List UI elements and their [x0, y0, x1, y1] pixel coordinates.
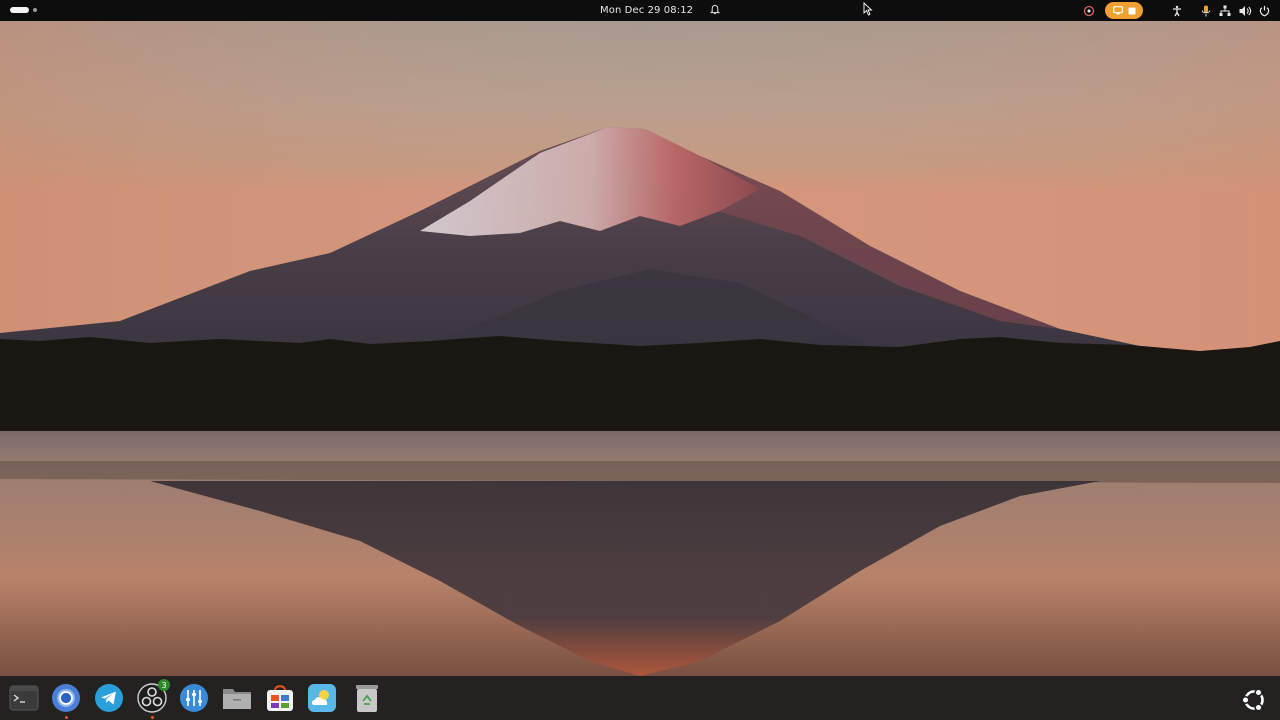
top-bar: Mon Dec 29 08:12 [0, 0, 1280, 21]
dock-item-obs-studio[interactable]: 3 [136, 679, 170, 719]
workspace-dot[interactable] [33, 8, 37, 12]
power-icon[interactable] [1259, 5, 1270, 17]
dock-item-equalizer[interactable] [178, 682, 210, 714]
software-store-icon [267, 685, 293, 711]
running-indicator [64, 716, 68, 719]
desktop-wallpaper [0, 21, 1280, 676]
running-indicator [150, 716, 154, 719]
screen-share-icon [1112, 6, 1123, 15]
bell-icon [710, 4, 721, 15]
network-icon[interactable] [1219, 5, 1231, 17]
equalizer-settings-icon [180, 684, 208, 712]
dock: 3 [0, 676, 1280, 720]
clock-label: Mon Dec 29 08:12 [600, 4, 694, 16]
screenshot-record-icon[interactable] [1083, 5, 1095, 17]
dock-item-trash[interactable] [351, 682, 383, 714]
active-workspace[interactable] [10, 7, 29, 13]
system-tray[interactable] [1073, 2, 1270, 19]
dock-item-files[interactable] [221, 682, 253, 714]
telegram-icon [95, 684, 123, 712]
microphone-icon[interactable] [1201, 5, 1211, 17]
trash-icon [356, 685, 378, 712]
volume-icon[interactable] [1239, 5, 1252, 17]
dock-item-weather[interactable] [306, 682, 338, 714]
accessibility-icon[interactable] [1171, 5, 1183, 17]
files-icon [223, 689, 251, 709]
chromium-icon [52, 684, 80, 712]
terminal-icon [9, 685, 39, 711]
dock-item-chromium[interactable] [50, 682, 82, 719]
weather-icon [308, 684, 336, 712]
dock-item-terminal[interactable] [8, 682, 40, 714]
mouse-pointer-icon [863, 2, 873, 16]
ubuntu-show-apps-icon[interactable] [1240, 686, 1268, 714]
notification-badge: 3 [158, 679, 170, 691]
dock-item-software-store[interactable] [264, 682, 296, 714]
workspace-indicator[interactable] [10, 7, 37, 13]
dock-item-telegram[interactable] [93, 682, 125, 714]
date-time-menu[interactable]: Mon Dec 29 08:12 [600, 4, 721, 16]
stop-icon [1128, 7, 1135, 14]
screen-share-indicator[interactable] [1105, 2, 1143, 19]
